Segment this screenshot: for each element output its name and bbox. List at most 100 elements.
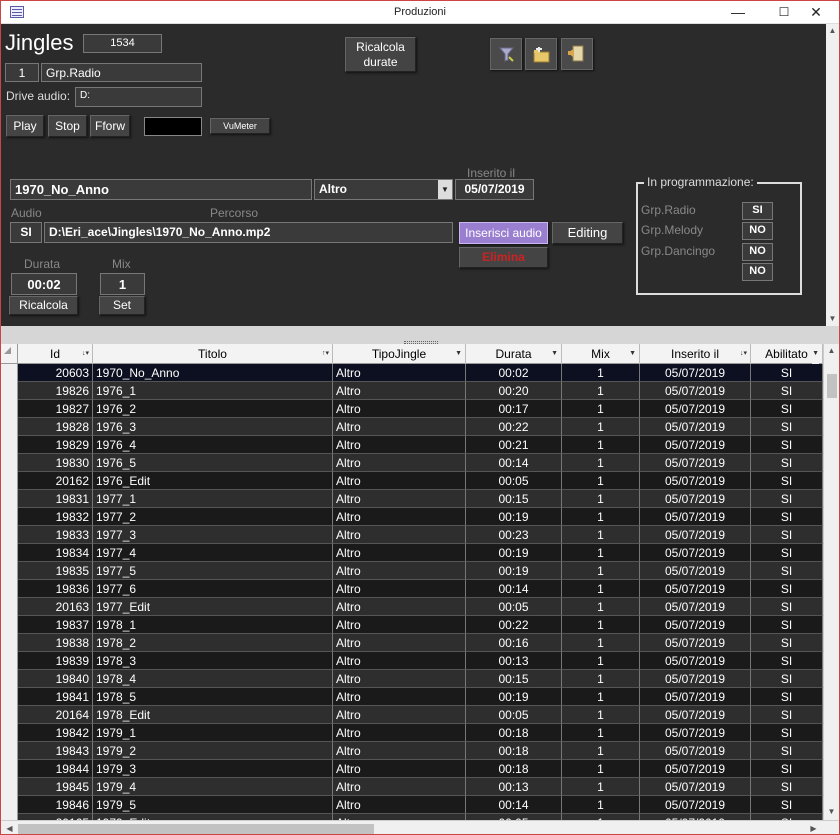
cell-durata[interactable]: 00:19 bbox=[466, 544, 562, 562]
cell-abilitato[interactable]: SI bbox=[751, 670, 823, 688]
cell-tipojingle[interactable]: Altro bbox=[333, 544, 466, 562]
column-header-id[interactable]: Id ↓▾ bbox=[18, 344, 93, 364]
cell-titolo[interactable]: 1977_2 bbox=[93, 508, 333, 526]
table-row[interactable]: 19840 1978_4 Altro 00:15 1 05/07/2019 SI bbox=[18, 670, 823, 688]
cell-id[interactable]: 19836 bbox=[18, 580, 93, 598]
cell-id[interactable]: 19839 bbox=[18, 652, 93, 670]
table-row[interactable]: 19842 1979_1 Altro 00:18 1 05/07/2019 SI bbox=[18, 724, 823, 742]
cell-tipojingle[interactable]: Altro bbox=[333, 436, 466, 454]
scroll-down-icon[interactable]: ▼ bbox=[826, 312, 839, 326]
cell-durata[interactable]: 00:19 bbox=[466, 688, 562, 706]
cell-durata[interactable]: 00:05 bbox=[466, 472, 562, 490]
cell-mix[interactable]: 1 bbox=[562, 760, 640, 778]
cell-inserito[interactable]: 05/07/2019 bbox=[640, 382, 751, 400]
cell-titolo[interactable]: 1976_3 bbox=[93, 418, 333, 436]
cell-id[interactable]: 20164 bbox=[18, 706, 93, 724]
play-button[interactable]: Play bbox=[6, 115, 44, 137]
cell-inserito[interactable]: 05/07/2019 bbox=[640, 670, 751, 688]
drive-audio-field[interactable]: D: bbox=[75, 87, 202, 107]
table-row[interactable]: 20164 1978_Edit Altro 00:05 1 05/07/2019 SI bbox=[18, 706, 823, 724]
cell-titolo[interactable]: 1978_1 bbox=[93, 616, 333, 634]
cell-inserito[interactable]: 05/07/2019 bbox=[640, 724, 751, 742]
cell-titolo[interactable]: 1977_Edit bbox=[93, 598, 333, 616]
cell-tipojingle[interactable]: Altro bbox=[333, 454, 466, 472]
cell-durata[interactable]: 00:14 bbox=[466, 454, 562, 472]
cell-inserito[interactable]: 05/07/2019 bbox=[640, 454, 751, 472]
cell-id[interactable]: 19827 bbox=[18, 400, 93, 418]
cell-durata[interactable]: 00:15 bbox=[466, 490, 562, 508]
cell-inserito[interactable]: 05/07/2019 bbox=[640, 580, 751, 598]
cell-abilitato[interactable]: SI bbox=[751, 400, 823, 418]
cell-durata[interactable]: 00:02 bbox=[466, 364, 562, 382]
cell-inserito[interactable]: 05/07/2019 bbox=[640, 616, 751, 634]
cell-titolo[interactable]: 1978_3 bbox=[93, 652, 333, 670]
cell-abilitato[interactable]: SI bbox=[751, 724, 823, 742]
chevron-down-icon[interactable]: ▼ bbox=[551, 344, 558, 364]
column-header-titolo[interactable]: Titolo ↑▾ bbox=[93, 344, 333, 364]
fforw-button[interactable]: Fforw bbox=[90, 115, 130, 137]
cell-mix[interactable]: 1 bbox=[562, 364, 640, 382]
prog-group-value-2[interactable]: NO bbox=[742, 222, 773, 240]
elimina-button[interactable]: Elimina bbox=[459, 247, 548, 268]
group-id-field[interactable]: 1 bbox=[5, 63, 39, 82]
record-title-field[interactable]: 1970_No_Anno bbox=[10, 179, 312, 200]
cell-durata[interactable]: 00:18 bbox=[466, 742, 562, 760]
cell-durata[interactable]: 00:05 bbox=[466, 706, 562, 724]
cell-id[interactable]: 19840 bbox=[18, 670, 93, 688]
cell-abilitato[interactable]: SI bbox=[751, 508, 823, 526]
cell-inserito[interactable]: 05/07/2019 bbox=[640, 400, 751, 418]
ricalcola-button[interactable]: Ricalcola bbox=[9, 296, 78, 315]
durata-field[interactable]: 00:02 bbox=[11, 273, 77, 295]
column-header-inserito[interactable]: Inserito il ↓▾ bbox=[640, 344, 751, 364]
column-header-abilitato[interactable]: Abilitato ▼ bbox=[751, 344, 823, 364]
cell-id[interactable]: 19842 bbox=[18, 724, 93, 742]
cell-tipojingle[interactable]: Altro bbox=[333, 382, 466, 400]
cell-abilitato[interactable]: SI bbox=[751, 364, 823, 382]
cell-mix[interactable]: 1 bbox=[562, 778, 640, 796]
cell-mix[interactable]: 1 bbox=[562, 598, 640, 616]
close-button[interactable]: ✕ bbox=[793, 1, 839, 24]
inserisci-audio-button[interactable]: Inserisci audio bbox=[459, 222, 548, 244]
cell-tipojingle[interactable]: Altro bbox=[333, 634, 466, 652]
jingle-type-select[interactable]: Altro ▼ bbox=[314, 179, 453, 200]
scroll-right-icon[interactable]: ▶ bbox=[807, 822, 820, 834]
table-row[interactable]: 19844 1979_3 Altro 00:18 1 05/07/2019 SI bbox=[18, 760, 823, 778]
cell-mix[interactable]: 1 bbox=[562, 400, 640, 418]
cell-durata[interactable]: 00:19 bbox=[466, 562, 562, 580]
cell-titolo[interactable]: 1977_5 bbox=[93, 562, 333, 580]
table-row[interactable]: 19833 1977_3 Altro 00:23 1 05/07/2019 SI bbox=[18, 526, 823, 544]
cell-titolo[interactable]: 1978_4 bbox=[93, 670, 333, 688]
scroll-down-icon[interactable]: ▼ bbox=[825, 805, 838, 819]
cell-mix[interactable]: 1 bbox=[562, 418, 640, 436]
cell-id[interactable]: 19841 bbox=[18, 688, 93, 706]
cell-inserito[interactable]: 05/07/2019 bbox=[640, 364, 751, 382]
cell-tipojingle[interactable]: Altro bbox=[333, 706, 466, 724]
cell-titolo[interactable]: 1979_1 bbox=[93, 724, 333, 742]
cell-id[interactable]: 19835 bbox=[18, 562, 93, 580]
scroll-left-icon[interactable]: ◀ bbox=[3, 822, 16, 834]
audio-field[interactable]: SI bbox=[10, 222, 42, 243]
cell-id[interactable]: 19826 bbox=[18, 382, 93, 400]
cell-abilitato[interactable]: SI bbox=[751, 706, 823, 724]
cell-inserito[interactable]: 05/07/2019 bbox=[640, 706, 751, 724]
cell-tipojingle[interactable]: Altro bbox=[333, 472, 466, 490]
cell-inserito[interactable]: 05/07/2019 bbox=[640, 778, 751, 796]
cell-titolo[interactable]: 1978_5 bbox=[93, 688, 333, 706]
table-row[interactable]: 19826 1976_1 Altro 00:20 1 05/07/2019 SI bbox=[18, 382, 823, 400]
cell-tipojingle[interactable]: Altro bbox=[333, 364, 466, 382]
cell-mix[interactable]: 1 bbox=[562, 670, 640, 688]
cell-titolo[interactable]: 1978_2 bbox=[93, 634, 333, 652]
cell-abilitato[interactable]: SI bbox=[751, 580, 823, 598]
cell-id[interactable]: 19844 bbox=[18, 760, 93, 778]
table-row[interactable]: 19837 1978_1 Altro 00:22 1 05/07/2019 SI bbox=[18, 616, 823, 634]
table-row[interactable]: 20163 1977_Edit Altro 00:05 1 05/07/2019 SI bbox=[18, 598, 823, 616]
cell-durata[interactable]: 00:13 bbox=[466, 652, 562, 670]
record-selector-column[interactable] bbox=[1, 364, 18, 820]
sort-dropdown-icon[interactable]: ↓▾ bbox=[740, 344, 747, 364]
prog-group-value-1[interactable]: SI bbox=[742, 202, 773, 220]
cell-tipojingle[interactable]: Altro bbox=[333, 652, 466, 670]
cell-titolo[interactable]: 1979_4 bbox=[93, 778, 333, 796]
cell-id[interactable]: 19828 bbox=[18, 418, 93, 436]
table-row[interactable]: 19834 1977_4 Altro 00:19 1 05/07/2019 SI bbox=[18, 544, 823, 562]
inserito-field[interactable]: 05/07/2019 bbox=[455, 179, 534, 200]
